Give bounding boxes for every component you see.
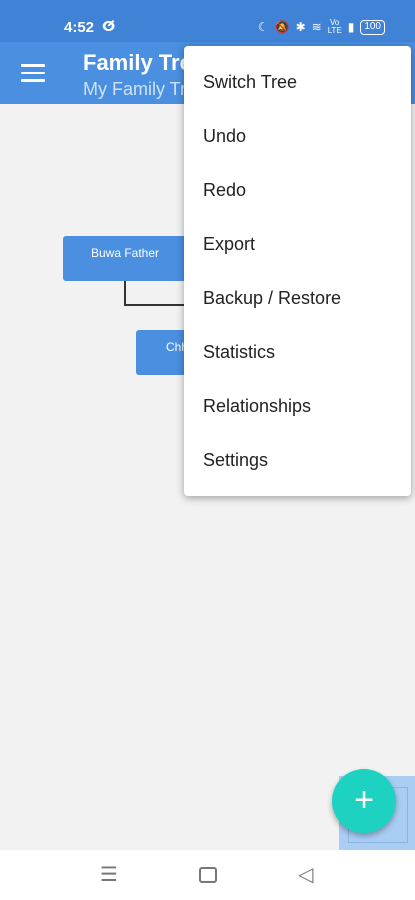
signal-icon: ▮ <box>347 20 355 34</box>
status-time: 4:52 <box>64 19 95 36</box>
app-notification-icon: ⵚ <box>102 18 116 34</box>
system-nav-bar: ☰ ◁ <box>0 850 415 900</box>
home-icon[interactable] <box>199 867 217 883</box>
battery-icon: 100 <box>360 19 385 35</box>
connector-line <box>124 281 126 305</box>
menu-item-export[interactable]: Export <box>184 217 411 271</box>
menu-item-backup-restore[interactable]: Backup / Restore <box>184 271 411 325</box>
silent-bell-icon: 🔕 <box>274 20 290 34</box>
back-icon[interactable]: ◁ <box>298 862 313 887</box>
tree-node-father[interactable]: Buwa Father <box>63 236 187 281</box>
connector-line <box>124 304 186 306</box>
recents-icon[interactable]: ☰ <box>100 862 118 887</box>
menu-item-undo[interactable]: Undo <box>184 109 411 163</box>
status-icons: ☾ 🔕 ✱ ≋ Vo LTE ▮ 100 <box>258 19 385 35</box>
volte-icon: Vo LTE <box>327 18 342 35</box>
moon-icon: ☾ <box>257 20 269 34</box>
menu-item-statistics[interactable]: Statistics <box>184 325 411 379</box>
hamburger-menu-icon[interactable] <box>21 64 45 82</box>
menu-item-redo[interactable]: Redo <box>184 163 411 217</box>
wifi-icon: ≋ <box>311 20 322 34</box>
overflow-menu: Switch Tree Undo Redo Export Backup / Re… <box>184 46 411 496</box>
menu-item-relationships[interactable]: Relationships <box>184 379 411 433</box>
bluetooth-icon: ✱ <box>295 20 306 34</box>
menu-item-settings[interactable]: Settings <box>184 433 411 487</box>
menu-item-switch-tree[interactable]: Switch Tree <box>184 55 411 109</box>
status-bar: 4:52 ⵚ ☾ 🔕 ✱ ≋ Vo LTE ▮ 100 <box>0 0 415 42</box>
add-member-button[interactable]: + <box>332 769 396 833</box>
